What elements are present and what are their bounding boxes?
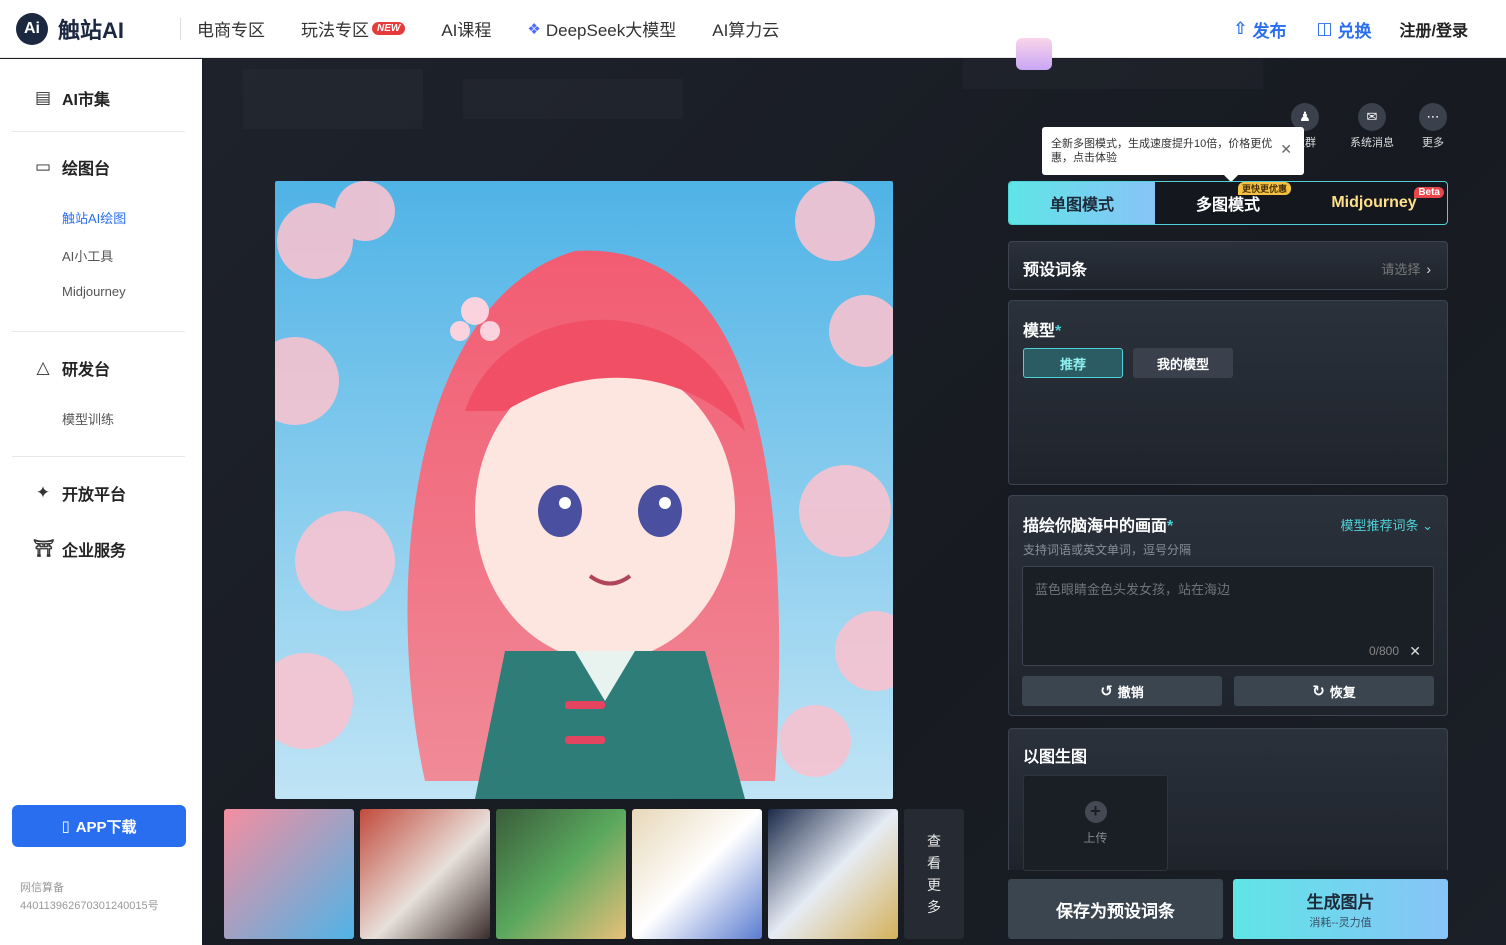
redo-button[interactable]: ↻ 恢复 [1234,676,1434,706]
sidebar-item-ai-tools[interactable]: AI小工具 [62,246,113,265]
flask-icon: △ [36,358,50,377]
upload-area[interactable]: + 上传 [1023,775,1168,871]
nav-item-gameplay[interactable]: 玩法专区 NEW [301,16,406,41]
new-badge: NEW [372,22,406,35]
bg-decor [463,79,683,119]
icp-label: 网信算备 [20,882,64,894]
sidebar-divider [12,456,185,457]
logo-mark: Ai [16,12,48,45]
tab-single-image[interactable]: 单图模式 [1009,182,1155,224]
history-thumbnails: 查看更多 [224,809,964,939]
store-icon: ▤ [34,88,52,107]
char-counter: 0/800 [1368,644,1399,658]
bg-decor [963,59,1263,89]
tab-midjourney[interactable]: Midjourney Beta [1301,182,1447,224]
logo-text: 触站AI [58,17,125,43]
img2img-title: 以图生图 [1023,749,1088,766]
undo-icon: ↺ [1100,683,1113,700]
history-thumbnail[interactable] [496,809,626,939]
sidebar-item-midjourney[interactable]: Midjourney [62,284,126,299]
nav-item-compute-cloud[interactable]: AI算力云 [712,16,779,41]
mode-tabs: 单图模式 多图模式 更快更优惠 Midjourney Beta [1008,181,1448,225]
prompt-hint: 支持词语或英文单词，逗号分隔 [1023,543,1192,557]
nav-divider [180,17,181,40]
open-platform-icon: ✦ [35,483,51,502]
beta-badge: Beta [1414,187,1444,198]
sidebar-divider [12,331,185,332]
clear-icon[interactable]: ✕ [1409,643,1421,660]
history-thumbnail[interactable] [360,809,490,939]
history-thumbnail[interactable] [632,809,762,939]
sidebar-item-lab[interactable]: △ 研发台 [0,356,110,380]
prompt-box: 0/800 ✕ [1022,566,1434,666]
publish-button[interactable]: ⇧ 发布 [1233,17,1286,42]
top-navbar: Ai 触站AI 电商专区 玩法专区 NEW AI课程 ❖ DeepSeek大模型 A… [0,0,1506,58]
redeem-icon: ◫ [1316,19,1333,38]
nav-item-courses[interactable]: AI课程 [441,16,491,41]
mail-icon: ✉ [1358,103,1386,131]
model-tab-my-models[interactable]: 我的模型 [1133,348,1233,378]
sidebar-divider [12,131,185,132]
sidebar-item-market[interactable]: ▤ AI市集 [0,86,110,110]
bg-decor [243,69,423,129]
generated-image-preview[interactable] [275,181,893,799]
undo-button[interactable]: ↺ 撤销 [1022,676,1222,706]
model-title: 模型* [1023,323,1062,340]
sidebar-item-model-training[interactable]: 模型训练 [62,409,114,428]
view-more-button[interactable]: 查看更多 [904,809,964,939]
close-icon[interactable]: ✕ [1280,142,1292,156]
save-preset-button[interactable]: 保存为预设词条 [1008,879,1223,939]
building-icon: ⛩ [33,539,55,558]
tooltip-text: 全新多图模式，生成速度提升10倍，价格更优惠，点击体验 [1051,138,1273,164]
plus-icon: + [1084,800,1107,823]
phone-icon: ▯ [61,818,70,835]
nav-item-deepseek[interactable]: ❖ DeepSeek大模型 [527,16,676,41]
model-recommend-link[interactable]: 模型推荐词条 ⌄ [1340,515,1433,534]
topbar-actions: ⇧ 发布 ◫ 兑换 注册/登录 [1203,0,1468,58]
logo[interactable]: Ai 触站AI [16,12,166,45]
nav-item-ecommerce[interactable]: 电商专区 [197,16,265,41]
chevron-right-icon: › [1426,261,1431,277]
upload-cloud-icon: ⇧ [1233,19,1248,38]
prompt-title: 描绘你脑海中的画面* [1023,518,1174,535]
sidebar: ▤ AI市集 ▭ 绘图台 触站AI绘图 AI小工具 Midjourney △ 研发台 … [0,59,202,945]
sidebar-item-enterprise[interactable]: ⛩ 企业服务 [0,537,126,561]
prompt-panel: 描绘你脑海中的画面* 模型推荐词条 ⌄ 支持词语或英文单词，逗号分隔 0/800… [1008,495,1448,716]
more-button[interactable]: ⋯ 更多 [1419,103,1447,150]
system-messages-button[interactable]: ✉ 系统消息 [1350,103,1394,150]
sidebar-item-ai-drawing[interactable]: 触站AI绘图 [62,208,126,227]
multi-mode-tooltip[interactable]: 全新多图模式，生成速度提升10倍，价格更优惠，点击体验 ✕ [1042,127,1304,183]
sidebar-item-open-platform[interactable]: ✦ 开放平台 [0,481,126,505]
app-download-button[interactable]: ▯ APP下载 [12,805,186,847]
anime-girl-image [275,181,893,799]
faster-badge: 更快更优惠 [1237,182,1291,195]
preset-title: 预设词条 [1023,262,1088,279]
gift-icon[interactable] [1016,38,1052,70]
generate-button[interactable]: 生成图片 消耗--灵力值 [1233,879,1448,939]
model-panel: 模型* 推荐 我的模型 [1008,300,1448,485]
deepseek-whale-icon: ❖ [527,20,541,38]
tab-multi-image[interactable]: 多图模式 更快更优惠 [1155,182,1301,224]
login-button[interactable]: 注册/登录 [1400,17,1468,41]
sidebar-item-drawing[interactable]: ▭ 绘图台 [0,155,110,179]
preset-panel[interactable]: 预设词条 请选择 › [1008,241,1448,290]
history-thumbnail[interactable] [224,809,354,939]
history-thumbnail[interactable] [768,809,898,939]
more-icon: ⋯ [1419,103,1447,131]
preset-select[interactable]: 请选择 › [1381,259,1431,278]
model-tab-recommended[interactable]: 推荐 [1023,348,1123,378]
redo-icon: ↻ [1312,683,1325,700]
redeem-button[interactable]: ◫ 兑换 [1316,17,1371,42]
icp-number: 440113962670301240015号 [20,900,159,912]
monitor-icon: ▭ [34,157,52,176]
img2img-panel: 以图生图 + 上传 [1008,728,1448,871]
